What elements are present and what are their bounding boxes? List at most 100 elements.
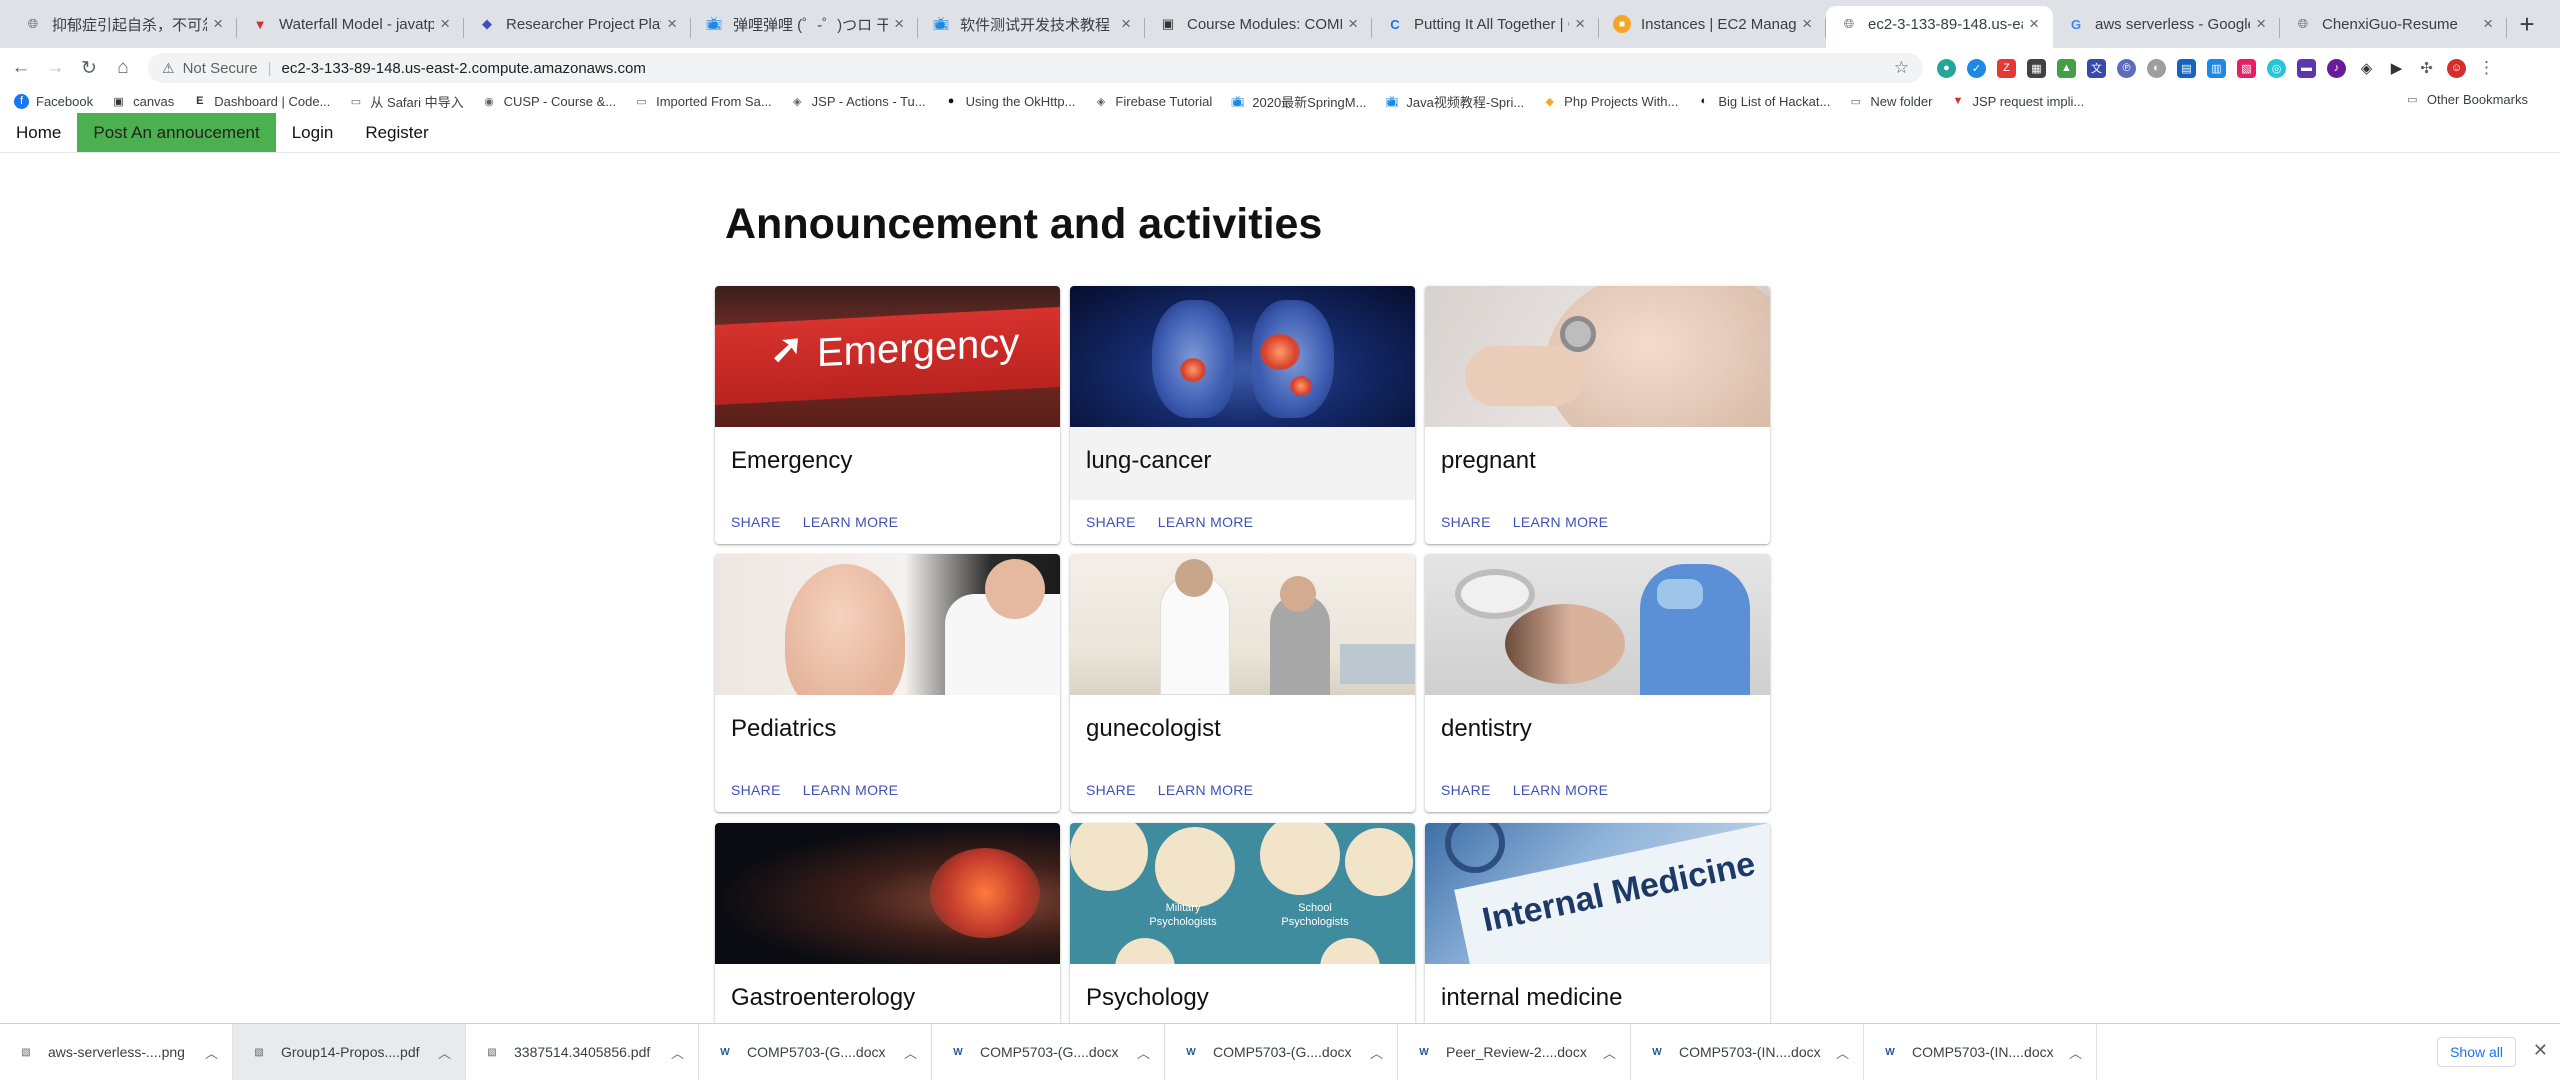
avatar[interactable]: ☺ (2447, 58, 2466, 78)
bookmark-hackathons[interactable]: ◐ Big List of Hackat... (1696, 94, 1831, 109)
share-button[interactable]: SHARE (1441, 782, 1491, 798)
bookmark-folder[interactable]: ▭ Imported From Sa... (634, 94, 771, 109)
close-icon[interactable]: × (894, 14, 904, 34)
bookmark-firebase[interactable]: ◈ Firebase Tutorial (1093, 94, 1213, 109)
chevron-up-icon[interactable]: ︿ (1603, 1043, 1616, 1062)
nav-register-link[interactable]: Register (349, 113, 444, 152)
extension-icon[interactable]: ◈ (2357, 58, 2376, 78)
browser-tab[interactable]: CPutting It All Together | Cou× (1372, 6, 1599, 48)
browser-tab[interactable]: 🌐︎抑郁症引起自杀，不可忽视的× (10, 6, 237, 48)
chevron-up-icon[interactable]: ︿ (205, 1043, 218, 1062)
address-bar[interactable]: ⚠ Not Secure | ec2-3-133-89-148.us-east-… (148, 53, 1923, 83)
download-item[interactable]: ▧ 3387514.3405856.pdf ︿ (466, 1023, 699, 1080)
chevron-up-icon[interactable]: ︿ (1137, 1043, 1150, 1062)
bookmark-java-video[interactable]: 📺︎ Java视频教程-Spri... (1384, 92, 1524, 111)
other-bookmarks[interactable]: ▭ Other Bookmarks (2405, 92, 2528, 107)
bookmark-springm[interactable]: 📺︎ 2020最新SpringM... (1230, 92, 1367, 111)
extension-icon[interactable]: ▦ (2027, 58, 2046, 78)
extension-icon[interactable]: ✓ (1967, 58, 1986, 78)
bookmark-folder[interactable]: ▭ 从 Safari 中导入 (348, 92, 464, 111)
bookmark-cusp[interactable]: ◉ CUSP - Course &... (482, 94, 616, 109)
learn-more-button[interactable]: LEARN MORE (803, 514, 899, 530)
close-icon[interactable]: × (1348, 14, 1358, 34)
download-item[interactable]: W COMP5703-(IN....docx ︿ (1864, 1023, 2097, 1080)
share-button[interactable]: SHARE (1086, 782, 1136, 798)
close-icon[interactable]: × (213, 14, 223, 34)
browser-tab[interactable]: Gaws serverless - Google Sea× (2053, 6, 2280, 48)
close-icon[interactable]: ✕ (2533, 1040, 2548, 1061)
url-text[interactable]: ec2-3-133-89-148.us-east-2.compute.amazo… (282, 60, 1894, 77)
learn-more-button[interactable]: LEARN MORE (1513, 782, 1609, 798)
extension-icon[interactable]: ▤ (2177, 58, 2196, 78)
bookmark-okhttp[interactable]: ● Using the OkHttp... (944, 94, 1076, 109)
chevron-up-icon[interactable]: ︿ (671, 1043, 684, 1062)
browser-tab[interactable]: 📺︎软件测试开发技术教程（202× (918, 6, 1145, 48)
share-button[interactable]: SHARE (731, 782, 781, 798)
chevron-up-icon[interactable]: ︿ (1836, 1043, 1849, 1062)
home-icon[interactable]: ⌂ (110, 55, 136, 81)
chevron-up-icon[interactable]: ︿ (2069, 1043, 2082, 1062)
puzzle-icon[interactable]: ✣ (2417, 58, 2436, 78)
download-item[interactable]: W COMP5703-(G....docx ︿ (932, 1023, 1165, 1080)
share-button[interactable]: SHARE (1086, 514, 1136, 530)
extension-icon[interactable]: Z (1997, 58, 2016, 78)
extension-icon[interactable]: ▶ (2387, 58, 2406, 78)
bookmark-jsp-request[interactable]: ▼ JSP request impli... (1950, 94, 2085, 109)
browser-tab[interactable]: ▼Waterfall Model - javatpoint× (237, 6, 464, 48)
forward-arrow-icon[interactable]: → (42, 55, 68, 81)
bookmark-jsp-actions[interactable]: ◈ JSP - Actions - Tu... (790, 94, 926, 109)
close-icon[interactable]: × (1575, 14, 1585, 34)
chevron-up-icon[interactable]: ︿ (438, 1043, 451, 1062)
learn-more-button[interactable]: LEARN MORE (1158, 514, 1254, 530)
extension-icon[interactable]: ● (1937, 58, 1956, 78)
extension-icon[interactable]: ◎ (2267, 58, 2286, 78)
show-all-button[interactable]: Show all (2437, 1037, 2516, 1067)
bookmark-new-folder[interactable]: ▭ New folder (1848, 94, 1933, 109)
extension-icon[interactable]: ▥ (2207, 58, 2226, 78)
learn-more-button[interactable]: LEARN MORE (1513, 514, 1609, 530)
close-icon[interactable]: × (2256, 14, 2266, 34)
extension-icon[interactable]: ◐ (2147, 58, 2166, 78)
nav-login-link[interactable]: Login (276, 113, 350, 152)
download-item[interactable]: W Peer_Review-2....docx ︿ (1398, 1023, 1631, 1080)
extension-icon[interactable]: ℗ (2117, 58, 2136, 78)
extension-icon[interactable]: ▧ (2237, 58, 2256, 78)
download-item[interactable]: ▧ Group14-Propos....pdf ︿ (233, 1023, 466, 1080)
extension-icon[interactable]: ▲ (2057, 58, 2076, 78)
close-icon[interactable]: × (1121, 14, 1131, 34)
browser-tab[interactable]: ■Instances | EC2 Managemen× (1599, 6, 1826, 48)
bookmark-canvas[interactable]: ▣ canvas (111, 94, 174, 109)
bookmark-facebook[interactable]: f Facebook (14, 93, 93, 109)
new-tab-plus-icon[interactable]: + (2507, 6, 2547, 48)
close-icon[interactable]: × (667, 14, 677, 34)
chevron-up-icon[interactable]: ︿ (1370, 1043, 1383, 1062)
close-icon[interactable]: × (1802, 14, 1812, 34)
download-item[interactable]: ▧ aws-serverless-....png ︿ (0, 1023, 233, 1080)
reload-icon[interactable]: ↻ (76, 55, 102, 81)
bookmark-dashboard[interactable]: E Dashboard | Code... (192, 94, 330, 109)
browser-tab-active[interactable]: 🌐︎ec2-3-133-89-148.us-east-× (1826, 6, 2053, 48)
extension-icon[interactable]: ♪ (2327, 58, 2346, 78)
download-item[interactable]: W COMP5703-(G....docx ︿ (1165, 1023, 1398, 1080)
nav-home-link[interactable]: Home (0, 113, 77, 152)
browser-tab[interactable]: ▣Course Modules: COMP5703× (1145, 6, 1372, 48)
close-icon[interactable]: × (2029, 14, 2039, 34)
learn-more-button[interactable]: LEARN MORE (803, 782, 899, 798)
browser-tab[interactable]: 📺︎弹哩弹哩 (゜-゜)つロ 干杯~-b× (691, 6, 918, 48)
download-item[interactable]: W COMP5703-(G....docx ︿ (699, 1023, 932, 1080)
bookmark-star-icon[interactable]: ☆ (1894, 58, 1909, 78)
extension-icon[interactable]: 文 (2087, 58, 2106, 78)
download-item[interactable]: W COMP5703-(IN....docx ︿ (1631, 1023, 1864, 1080)
share-button[interactable]: SHARE (731, 514, 781, 530)
bookmark-php[interactable]: ◆ Php Projects With... (1542, 94, 1678, 109)
learn-more-button[interactable]: LEARN MORE (1158, 782, 1254, 798)
browser-tab[interactable]: 🌐︎ ChenxiGuo-Resume × (2280, 6, 2507, 48)
chevron-up-icon[interactable]: ︿ (904, 1043, 917, 1062)
close-icon[interactable]: × (2483, 14, 2493, 34)
share-button[interactable]: SHARE (1441, 514, 1491, 530)
back-arrow-icon[interactable]: ← (8, 55, 34, 81)
warning-icon[interactable]: ⚠ (162, 60, 175, 77)
more-menu-icon[interactable]: ⋮ (2477, 58, 2496, 78)
extension-icon[interactable]: ▬ (2297, 58, 2316, 78)
browser-tab[interactable]: ◆Researcher Project Platform× (464, 6, 691, 48)
